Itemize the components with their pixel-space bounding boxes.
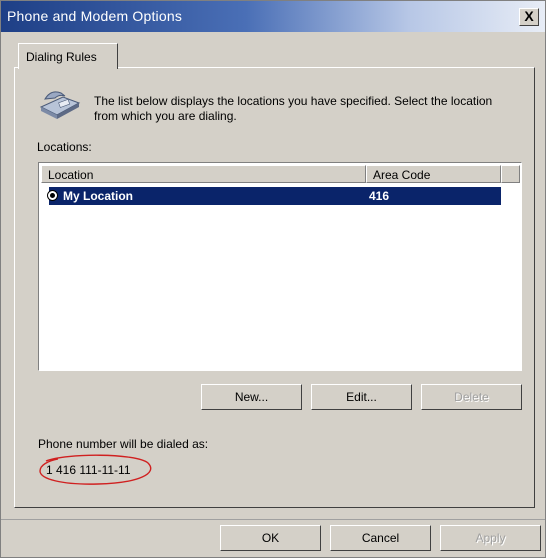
phone-icon [39,91,81,119]
description-text: The list below displays the locations yo… [94,94,493,123]
ok-button-label: OK [261,531,280,545]
dialed-label: Phone number will be dialed as: [38,437,209,451]
footer-divider [1,519,545,520]
new-button-label: New... [234,390,269,404]
apply-button[interactable]: Apply [440,525,541,551]
new-button[interactable]: New... [201,384,302,410]
title-bar[interactable]: Phone and Modem Options X [1,1,545,32]
tab-dialing-rules[interactable]: Dialing Rules [18,43,118,69]
location-name: My Location [63,189,134,203]
header-filler [501,165,520,183]
annotation-circle [39,454,152,485]
cancel-button[interactable]: Cancel [330,525,431,551]
edit-button[interactable]: Edit... [311,384,412,410]
apply-button-label: Apply [475,531,506,545]
ok-button[interactable]: OK [220,525,321,551]
selected-location-icon [47,190,58,201]
header-location-label: Location [48,168,94,182]
locations-label: Locations: [37,140,92,154]
dialog-window: Phone and Modem Options X Dialing Rules … [0,0,546,558]
close-icon: X [524,8,534,24]
delete-button[interactable]: Delete [421,384,522,410]
header-location[interactable]: Location [41,165,366,183]
tab-label: Dialing Rules [26,50,97,64]
header-area-code[interactable]: Area Code [366,165,501,183]
locations-list[interactable]: Location Area Code My Location 416 [38,162,522,371]
header-area-code-label: Area Code [373,168,431,182]
delete-button-label: Delete [454,390,489,404]
area-code: 416 [369,189,390,203]
cancel-button-label: Cancel [361,531,400,545]
close-button[interactable]: X [519,8,539,26]
table-row[interactable]: My Location 416 [47,187,501,205]
window-title: Phone and Modem Options [7,8,183,24]
edit-button-label: Edit... [346,390,377,404]
